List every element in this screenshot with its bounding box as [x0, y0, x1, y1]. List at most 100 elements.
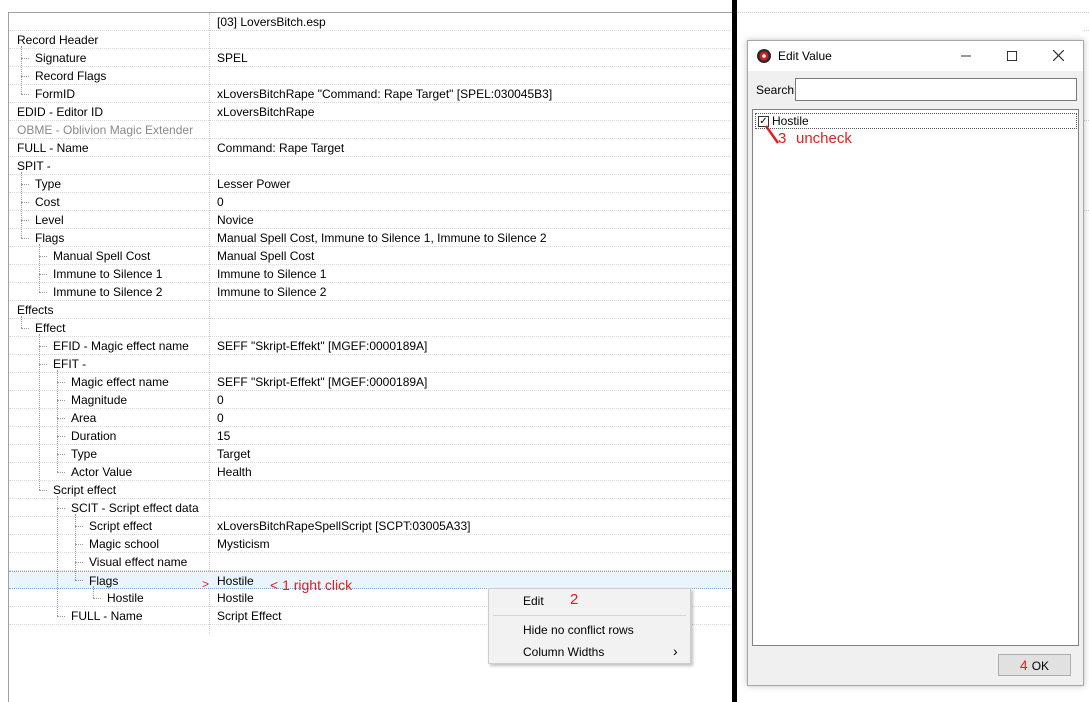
tree-connector	[57, 508, 65, 509]
background-row-line	[1084, 210, 1089, 211]
tree-connector	[75, 514, 76, 580]
app-icon	[757, 49, 771, 63]
tree-row[interactable]: Type Target	[9, 445, 732, 463]
tree-row-value: xLoversBitchRape	[217, 105, 315, 119]
background-row-line	[737, 12, 1089, 13]
tree-row-value: Manual Spell Cost	[217, 249, 315, 263]
tree-row[interactable]: SPIT -	[9, 157, 732, 175]
tree-row[interactable]: Type Lesser Power	[9, 175, 732, 193]
tree-row[interactable]: Actor Value Health	[9, 463, 732, 481]
tree-row-name: Record Flags	[35, 69, 107, 83]
tree-row-value: xLoversBitchRapeSpellScript [SCPT:03005A…	[217, 519, 471, 533]
tree-row[interactable]: Immune to Silence 2 Immune to Silence 2	[9, 283, 732, 301]
tree-row[interactable]: FormID xLoversBitchRape "Command: Rape Ta…	[9, 85, 732, 103]
tree-row[interactable]: Manual Spell Cost Manual Spell Cost	[9, 247, 732, 265]
tree-row-value: Immune to Silence 2	[217, 285, 327, 299]
close-icon[interactable]	[1035, 41, 1081, 71]
tree-row[interactable]: EFIT -	[9, 355, 732, 373]
menu-item-column-widths[interactable]: Column Widths	[523, 645, 604, 659]
tree-row-value: 15	[217, 429, 231, 443]
tree-connector	[21, 172, 22, 238]
context-menu: Edit 2 Hide no conflict rows Column Widt…	[488, 588, 691, 664]
tree-row-value: Manual Spell Cost, Immune to Silence 1, …	[217, 231, 547, 245]
tree-row[interactable]: Duration 15	[9, 427, 732, 445]
tree-row[interactable]: Script effect xLoversBitchRapeSpellScript…	[9, 517, 732, 535]
annotation-step-1: < 1 right click	[270, 577, 353, 593]
tree-row-value: SPEL	[217, 51, 248, 65]
tree-connector	[57, 436, 65, 437]
menu-item-hide-no-conflict-rows[interactable]: Hide no conflict rows	[523, 623, 634, 637]
tree-connector	[39, 292, 47, 293]
tree-row-name: Immune to Silence 2	[53, 285, 163, 299]
tree-connector	[21, 94, 29, 95]
edit-value-dialog: Edit Value Search ✓ Hostile 3 uncheck 4O…	[747, 40, 1084, 686]
tree-row-name: Duration	[71, 429, 117, 443]
tree-connector	[39, 490, 47, 491]
tree-connector	[75, 562, 83, 563]
tree-connector	[57, 616, 65, 617]
tree-row[interactable]: Effects	[9, 301, 732, 319]
tree-row-name: Actor Value	[71, 465, 133, 479]
tree-row[interactable]: Area 0	[9, 409, 732, 427]
tree-row[interactable]: Flags Hostile	[9, 571, 732, 589]
tree-row-value: Hostile	[217, 574, 254, 588]
tree-connector	[21, 316, 22, 328]
tree-row-name: Script effect	[89, 519, 153, 533]
background-row-line	[1084, 120, 1089, 121]
tree-connector	[21, 202, 29, 203]
menu-item-edit[interactable]: Edit	[523, 594, 544, 608]
tree-row[interactable]: Cost 0	[9, 193, 732, 211]
tree-row-name: Visual effect name	[89, 555, 188, 569]
tree-row[interactable]: Immune to Silence 1 Immune to Silence 1	[9, 265, 732, 283]
tree-row-name: EFID - Magic effect name	[53, 339, 189, 353]
tree-row[interactable]: Magnitude 0	[9, 391, 732, 409]
tree-row[interactable]: EFID - Magic effect name SEFF "Skript-Eff…	[9, 337, 732, 355]
tree-connector	[39, 334, 40, 490]
tree-connector	[57, 382, 65, 383]
tree-connector	[39, 346, 47, 347]
tree-row-name: EFIT -	[53, 357, 87, 371]
tree-row[interactable]: Signature SPEL	[9, 49, 732, 67]
maximize-icon[interactable]	[989, 41, 1035, 71]
tree-row[interactable]: Record Flags	[9, 67, 732, 85]
tree-connector	[39, 274, 47, 275]
tree-connector	[57, 496, 58, 616]
tree-connector	[75, 580, 83, 581]
tree-row[interactable]: Script effect	[9, 481, 732, 499]
annotation-step-3: 3	[778, 130, 787, 147]
tree-row[interactable]: Level Novice	[9, 211, 732, 229]
tree-row[interactable]: Flags Manual Spell Cost, Immune to Silenc…	[9, 229, 732, 247]
tree-row-value: 0	[217, 195, 224, 209]
tree-row[interactable]: FULL - Name Command: Rape Target	[9, 139, 732, 157]
tree-row-name: FULL - Name	[17, 141, 89, 155]
tree-row-value: Hostile	[217, 591, 254, 605]
tree-row[interactable]: Magic effect name SEFF "Skript-Effekt" [M…	[9, 373, 732, 391]
tree-row[interactable]: Record Header	[9, 31, 732, 49]
tree-row-name: Flags	[35, 231, 65, 245]
tree-row-name: Effect	[35, 321, 66, 335]
tree-row-name: SPIT -	[17, 159, 51, 173]
tree-connector	[21, 58, 29, 59]
tree-row-name: Script effect	[53, 483, 117, 497]
tree-row[interactable]: SCIT - Script effect data	[9, 499, 732, 517]
tree-row[interactable]: Effect	[9, 319, 732, 337]
tree-header-row: [03] LoversBitch.esp	[9, 13, 732, 31]
tree-row[interactable]: OBME - Oblivion Magic Extender	[9, 121, 732, 139]
checklist-item-hostile[interactable]: ✓ Hostile	[755, 113, 1077, 129]
tree-connector	[75, 526, 83, 527]
ok-button[interactable]: 4 OK	[998, 654, 1071, 676]
tree-row[interactable]: Visual effect name	[9, 553, 732, 571]
annotation-step-4: 4	[1019, 657, 1028, 673]
minimize-icon[interactable]	[943, 41, 989, 71]
tree-row-name: OBME - Oblivion Magic Extender	[17, 123, 194, 137]
dialog-title-bar[interactable]: Edit Value	[748, 41, 1083, 71]
value-checklist[interactable]: ✓ Hostile 3 uncheck	[752, 109, 1079, 646]
tree-row-value: 0	[217, 393, 224, 407]
tree-connector	[93, 598, 101, 599]
tree-connector	[57, 472, 65, 473]
tree-connector	[21, 76, 29, 77]
tree-row-name: Immune to Silence 1	[53, 267, 163, 281]
tree-row[interactable]: EDID - Editor ID xLoversBitchRape	[9, 103, 732, 121]
search-input[interactable]	[795, 78, 1077, 101]
tree-row[interactable]: Magic school Mysticism	[9, 535, 732, 553]
